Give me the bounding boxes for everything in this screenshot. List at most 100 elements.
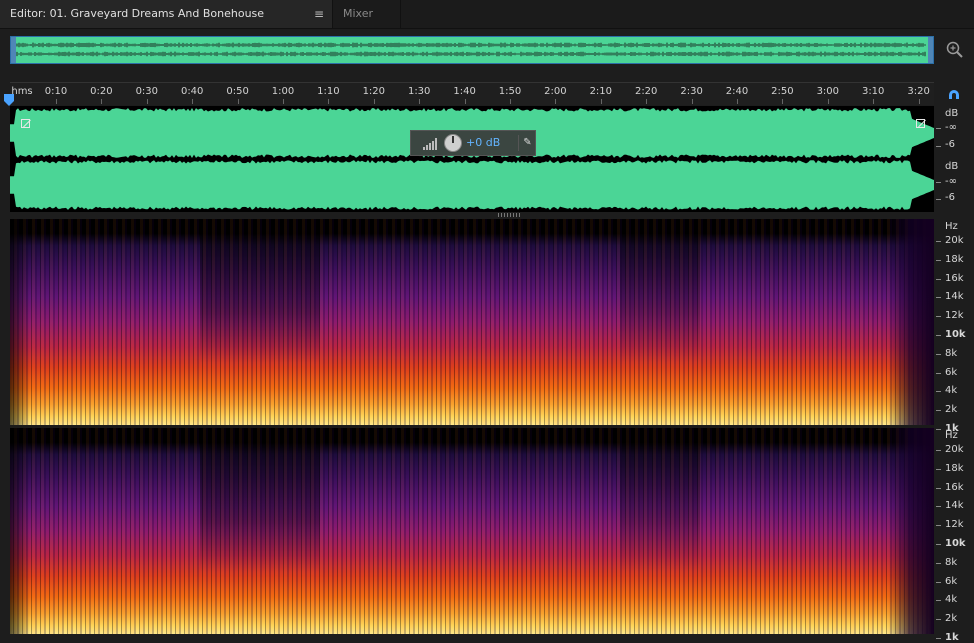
ruler-tick-label: 1:10 bbox=[317, 86, 340, 97]
waveform-display[interactable] bbox=[10, 106, 934, 212]
level-meter-icon bbox=[423, 138, 437, 150]
frequency-tick-mark bbox=[936, 450, 941, 451]
frequency-tick-mark bbox=[936, 297, 941, 299]
frequency-tick-mark bbox=[936, 600, 941, 602]
ruler-tick-mark bbox=[328, 99, 330, 104]
ruler-tick-mark bbox=[192, 99, 194, 104]
time-ruler[interactable]: hms 0:10 0:20 0:30 0:40 0:50 1:00 1:10 1:20 1:30… bbox=[10, 82, 934, 105]
tab-bar: Editor: 01. Graveyard Dreams And Bonehou… bbox=[0, 0, 974, 48]
overview-left-handle[interactable] bbox=[11, 37, 16, 63]
overview-waveform bbox=[16, 42, 926, 57]
frequency-tick-mark bbox=[936, 410, 941, 412]
overview-waveform-trace-1 bbox=[16, 42, 926, 48]
scale-unit-top: dB bbox=[945, 108, 959, 119]
tab-mixer[interactable]: Mixer bbox=[333, 0, 401, 28]
scale-minus6-top: -6 bbox=[945, 139, 955, 150]
frequency-tick-label: 2k bbox=[945, 404, 958, 416]
frequency-tick-label: 8k bbox=[945, 347, 958, 359]
ruler-tick-mark bbox=[782, 99, 784, 104]
frequency-tick-label: 2k bbox=[945, 613, 958, 625]
spectral-display-right[interactable] bbox=[10, 428, 934, 634]
playhead-marker-icon[interactable] bbox=[4, 94, 14, 106]
frequency-tick-mark bbox=[936, 372, 941, 374]
frequency-tick-mark bbox=[936, 353, 941, 355]
overview-navigator[interactable] bbox=[10, 36, 934, 64]
frequency-tick-mark bbox=[936, 241, 941, 242]
frequency-tick-label: 20k bbox=[945, 235, 964, 246]
ruler-tick-label: 0:50 bbox=[226, 86, 249, 97]
fade-in-handle-icon[interactable] bbox=[21, 119, 30, 128]
overview-right-handle[interactable] bbox=[928, 37, 933, 63]
ruler-tick-mark bbox=[600, 99, 602, 104]
frequency-tick-label: 4k bbox=[945, 385, 958, 397]
frequency-tick-label: 12k bbox=[945, 310, 964, 322]
ruler-tick-mark bbox=[237, 99, 239, 104]
ruler-tick-label: 2:40 bbox=[725, 86, 749, 97]
frequency-unit-label: Hz bbox=[945, 430, 958, 441]
frequency-tick-label: 16k bbox=[945, 272, 964, 284]
frequency-tick-label: 16k bbox=[945, 481, 964, 493]
scale-unit-bottom: dB bbox=[945, 161, 959, 172]
ruler-tick-label: 2:20 bbox=[634, 86, 658, 97]
waveform-channel-2 bbox=[10, 160, 934, 210]
ruler-tick-label: 2:00 bbox=[544, 86, 567, 97]
ruler-tick-label: 1:30 bbox=[407, 86, 431, 97]
ruler-tick-mark bbox=[464, 99, 466, 104]
frequency-tick-mark bbox=[936, 506, 941, 508]
frequency-tick-label: 14k bbox=[945, 291, 964, 303]
ruler-tick-mark bbox=[827, 99, 829, 104]
ruler-tick-label: 3:10 bbox=[861, 86, 885, 97]
frequency-tick-label: 6k bbox=[945, 575, 958, 587]
ruler-tick-label: 2:10 bbox=[589, 86, 613, 97]
spectral-display-left[interactable] bbox=[10, 219, 934, 425]
snap-magnet-icon[interactable] bbox=[946, 86, 962, 102]
volume-knob-icon[interactable] bbox=[444, 134, 462, 152]
frequency-tick-label: 10k bbox=[945, 329, 966, 340]
ruler-tick-mark bbox=[510, 99, 511, 104]
ruler-tick-mark bbox=[146, 99, 148, 104]
frequency-tick-mark bbox=[936, 335, 941, 336]
fade-out-handle-icon[interactable] bbox=[916, 119, 925, 128]
frequency-tick-mark bbox=[936, 544, 941, 545]
ruler-tick-label: 3:00 bbox=[816, 86, 840, 97]
frequency-tick-label: 18k bbox=[945, 462, 964, 474]
tab-editor[interactable]: Editor: 01. Graveyard Dreams And Bonehou… bbox=[0, 0, 333, 48]
ruler-tick-label: 2:30 bbox=[680, 86, 703, 97]
frequency-tick-label: 20k bbox=[945, 444, 964, 455]
frequency-tick-label: 6k bbox=[945, 366, 958, 378]
hamburger-menu-icon[interactable]: ≡ bbox=[314, 0, 324, 28]
frequency-tick-mark bbox=[936, 487, 941, 489]
ruler-tick-mark bbox=[373, 99, 375, 104]
frequency-tick-label: 4k bbox=[945, 594, 958, 606]
frequency-tick-mark bbox=[936, 525, 941, 527]
frequency-tick-label: 8k bbox=[945, 556, 958, 568]
ruler-tick-mark bbox=[646, 99, 648, 104]
pin-icon[interactable]: ✎ bbox=[518, 135, 536, 151]
frequency-tick-mark bbox=[936, 619, 941, 621]
ruler-tick-mark bbox=[555, 99, 557, 104]
frequency-scale-left: Hz 20k 18k 16k 14k 12k 10k 8k 6k 4k 2k 1k bbox=[935, 219, 974, 434]
frequency-tick-mark bbox=[936, 638, 941, 639]
volume-hud[interactable]: +0 dB ✎ bbox=[410, 130, 536, 156]
frequency-tick-mark bbox=[936, 581, 941, 583]
ruler-tick-mark bbox=[283, 99, 284, 104]
ruler-tick-label: 0:40 bbox=[180, 86, 204, 97]
frequency-tick-label: 12k bbox=[945, 519, 964, 531]
frequency-scale-right: Hz 20k 18k 16k 14k 12k 10k 8k 6k 4k 2k 1k bbox=[935, 428, 974, 643]
frequency-tick-mark bbox=[936, 391, 941, 393]
waveform-channels bbox=[10, 108, 934, 210]
zoom-navigator-icon[interactable] bbox=[945, 40, 965, 60]
ruler-unit-label: hms bbox=[11, 86, 33, 97]
scale-neg-inf-bottom: -∞ bbox=[945, 176, 957, 187]
ruler-tick-label: 1:20 bbox=[362, 86, 386, 97]
ruler-tick-mark bbox=[737, 99, 738, 104]
tab-mixer-label: Mixer bbox=[343, 7, 374, 20]
scale-neg-inf-top: -∞ bbox=[945, 122, 957, 133]
ruler-tick-label: 0:30 bbox=[135, 86, 159, 97]
ruler-tick-label: 1:50 bbox=[498, 86, 522, 97]
ruler-tick-label: 2:50 bbox=[771, 86, 794, 97]
ruler-tick-mark bbox=[419, 99, 421, 104]
ruler-tick-mark bbox=[918, 99, 920, 104]
frequency-tick-mark bbox=[936, 562, 941, 564]
panel-resize-grip[interactable] bbox=[498, 213, 522, 217]
